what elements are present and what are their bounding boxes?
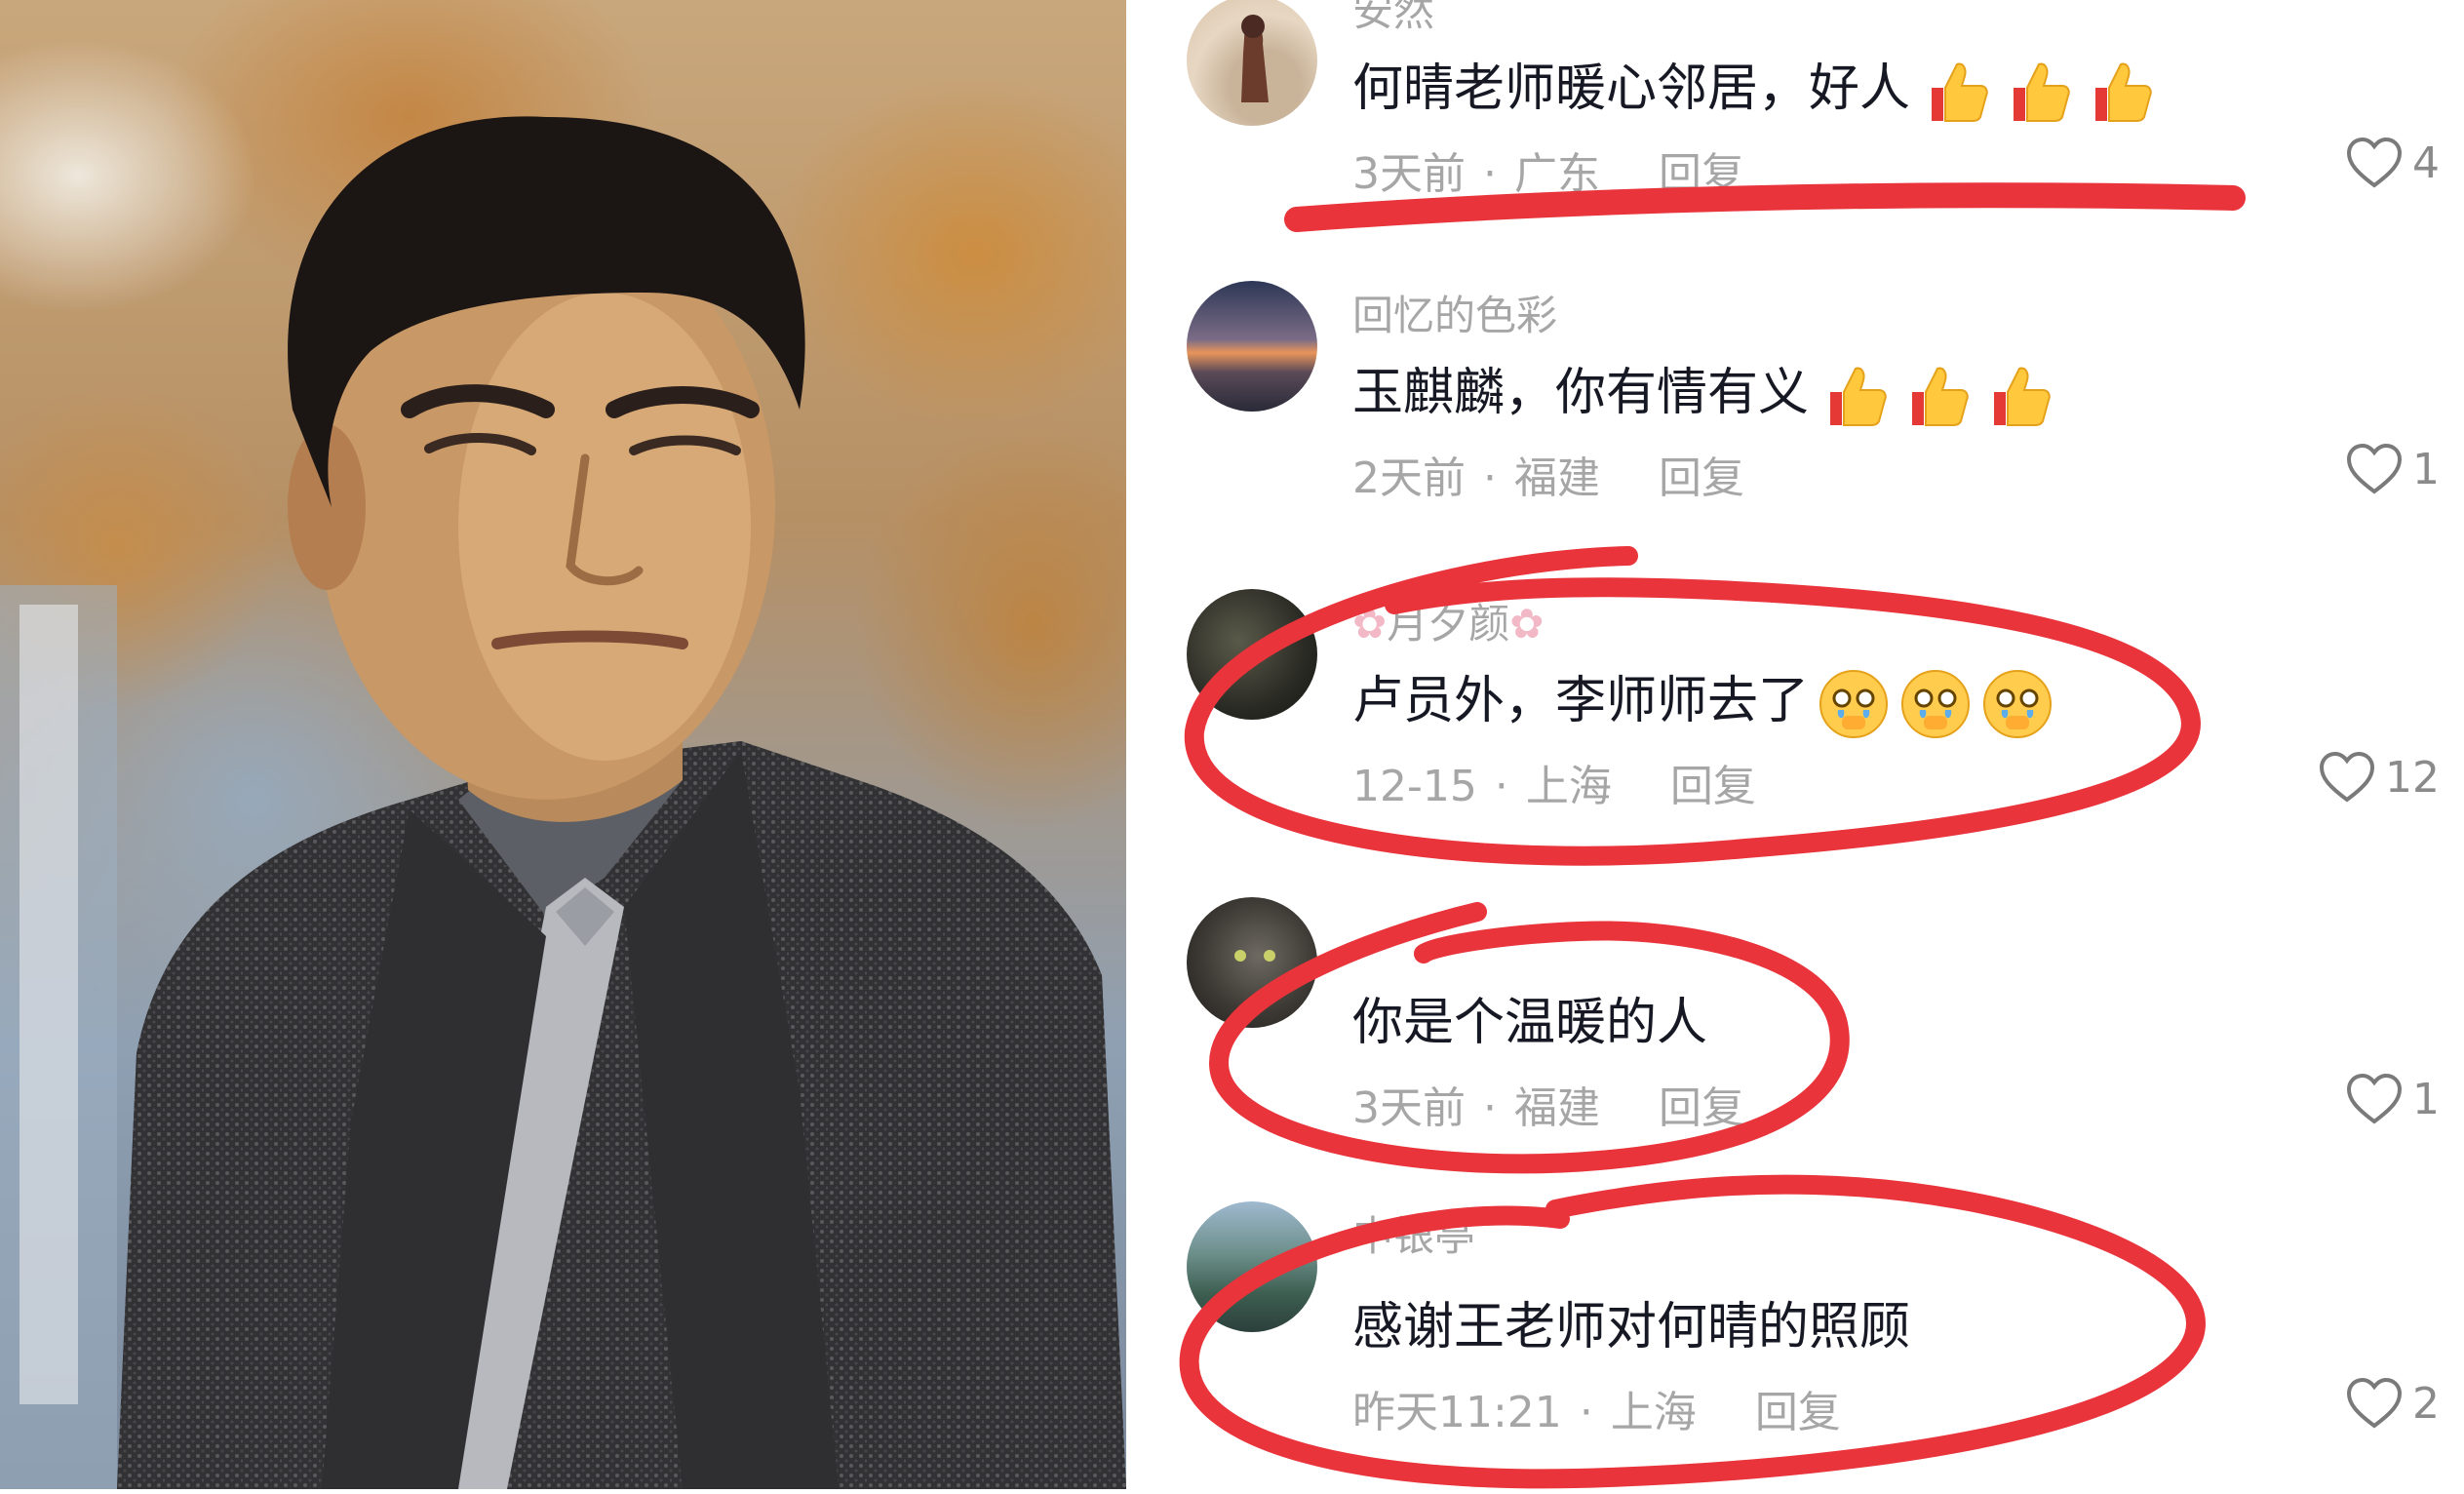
thumbs-up-icon <box>2095 62 2152 122</box>
like-count: 4 <box>2412 138 2440 188</box>
like-button[interactable]: 1 <box>2346 443 2440 495</box>
thumbs-up-icon <box>2014 62 2070 122</box>
avatar[interactable] <box>1187 1201 1317 1332</box>
flower-icon: ✿ <box>1509 600 1545 648</box>
reply-button[interactable]: 回复 <box>1659 1083 1744 1133</box>
location: 上海 <box>1525 762 1612 811</box>
like-count: 1 <box>2412 444 2440 494</box>
comment-text-content: 玉麒麟，你有情有义 <box>1352 364 1810 422</box>
comment-text: 卢员外，李师师去了 <box>1352 659 2054 741</box>
flower-icon: ✿ <box>1352 600 1388 648</box>
comment-meta: 3天前 · 福建 回复 <box>1352 1073 1744 1135</box>
timestamp: 2天前 <box>1352 453 1466 503</box>
username[interactable]: ✿月夕颜✿ <box>1352 591 1544 650</box>
timestamp: 3天前 <box>1352 149 1466 199</box>
like-button[interactable]: 2 <box>2346 1377 2440 1430</box>
comment-item: 安然 何晴老师暖心邻居，好人 3天前 · 广东 回复 4 <box>1126 0 2464 273</box>
location: 福建 <box>1514 453 1600 503</box>
location: 上海 <box>1610 1388 1697 1437</box>
comment-item: 中银亭 感谢王老师对何晴的照顾 昨天11:21 · 上海 回复 2 <box>1126 1201 2464 1494</box>
thumbs-up-icon <box>1932 62 1988 122</box>
comment-item: 你是个温暖的人 3天前 · 福建 回复 1 <box>1126 897 2464 1190</box>
avatar[interactable] <box>1187 897 1317 1028</box>
username[interactable]: 安然 <box>1352 0 1434 38</box>
comment-item: 回忆的色彩 玉麒麟，你有情有义 2天前 · 福建 回复 1 <box>1126 281 2464 573</box>
avatar[interactable] <box>1187 281 1317 412</box>
timestamp: 昨天11:21 <box>1352 1388 1562 1437</box>
reply-button[interactable]: 回复 <box>1755 1388 1841 1437</box>
heart-icon <box>2346 443 2403 494</box>
comment-meta: 12-15 · 上海 回复 <box>1352 751 1756 813</box>
separator: · <box>1483 453 1497 503</box>
separator: · <box>1494 762 1508 811</box>
comment-meta: 3天前 · 广东 回复 <box>1352 138 1744 201</box>
like-count: 2 <box>2412 1378 2440 1429</box>
comment-text: 玉麒麟，你有情有义 <box>1352 351 2054 433</box>
separator: · <box>1579 1388 1593 1437</box>
comment-text: 何晴老师暖心邻居，好人 <box>1352 47 2156 129</box>
crying-face-icon <box>1819 670 1889 738</box>
comment-text: 你是个温暖的人 <box>1352 994 1708 1052</box>
location: 广东 <box>1514 149 1600 199</box>
portrait-illustration <box>0 116 1126 1489</box>
heart-icon <box>2346 1073 2403 1124</box>
heart-icon <box>2346 1377 2403 1429</box>
like-button[interactable]: 12 <box>2319 751 2440 804</box>
reply-button[interactable]: 回复 <box>1659 149 1744 199</box>
thumbs-up-icon <box>1830 367 1887 426</box>
like-button[interactable]: 1 <box>2346 1073 2440 1125</box>
thumbs-up-icon <box>1912 367 1969 426</box>
username[interactable]: 中银亭 <box>1352 1203 1475 1263</box>
avatar[interactable] <box>1187 0 1317 126</box>
reply-button[interactable]: 回复 <box>1670 762 1756 811</box>
heart-icon <box>2346 137 2403 188</box>
thumbs-up-icon <box>1994 367 2051 426</box>
like-count: 12 <box>2385 752 2440 803</box>
location: 福建 <box>1514 1083 1600 1133</box>
like-count: 1 <box>2412 1074 2440 1124</box>
comment-meta: 2天前 · 福建 回复 <box>1352 443 1744 505</box>
timestamp: 12-15 <box>1352 762 1477 811</box>
crying-face-icon <box>1983 670 2053 738</box>
crying-face-icon <box>1901 670 1971 738</box>
reply-button[interactable]: 回复 <box>1659 453 1744 503</box>
comment-text-content: 卢员外，李师师去了 <box>1352 672 1810 730</box>
comments-list: 安然 何晴老师暖心邻居，好人 3天前 · 广东 回复 4 回忆的色彩 玉麒麟，你有情有… <box>1126 0 2464 1489</box>
separator: · <box>1483 1083 1497 1133</box>
avatar[interactable] <box>1187 589 1317 720</box>
comment-item: ✿月夕颜✿ 卢员外，李师师去了 12-15 · 上海 回复 12 <box>1126 589 2464 882</box>
like-button[interactable]: 4 <box>2346 137 2440 189</box>
heart-icon <box>2319 751 2375 803</box>
username-text: 月夕颜 <box>1387 600 1510 648</box>
comment-text: 感谢王老师对何晴的照顾 <box>1352 1298 1911 1356</box>
username[interactable]: 回忆的色彩 <box>1352 283 1557 342</box>
comment-meta: 昨天11:21 · 上海 回复 <box>1352 1377 1841 1439</box>
timestamp: 3天前 <box>1352 1083 1466 1133</box>
separator: · <box>1483 149 1497 199</box>
comment-text-content: 何晴老师暖心邻居，好人 <box>1352 59 1911 118</box>
portrait-photo <box>0 0 1126 1489</box>
